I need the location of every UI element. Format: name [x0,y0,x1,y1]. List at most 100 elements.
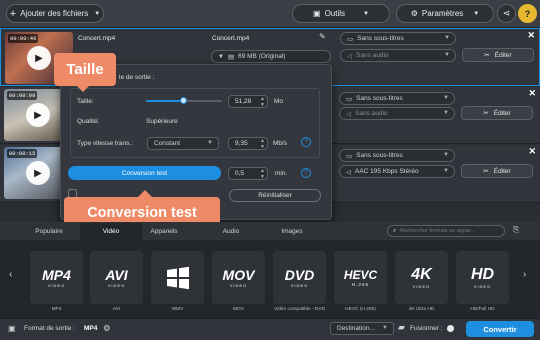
help-icon[interactable]: ? [301,168,311,178]
format-mp4[interactable]: MP4 VIDEO [30,251,83,304]
merge-toggle[interactable] [447,325,454,332]
conversion-test-label: Conversion test [121,169,168,177]
tab-images[interactable]: Images [268,223,316,240]
reset-button[interactable]: Réinitialiser [229,189,321,202]
play-icon[interactable]: ▶ [26,103,50,127]
play-icon[interactable]: ▶ [26,161,50,185]
chevron-down-icon: ▼ [444,35,450,41]
bitrate-input[interactable]: 9,35 ▲ ▼ [228,137,268,150]
format-4k[interactable]: 4K VIDEO [395,251,448,304]
close-icon[interactable]: ✕ [527,30,535,41]
subtitles-select-2[interactable]: ▭ Sans sous-titres ▼ [339,92,455,105]
format-logo: AVI [105,267,128,283]
audio-select-2[interactable]: ◁ Sans audio ▼ [339,107,455,120]
format-dvd[interactable]: DVD VIDEO [273,251,326,304]
duration-badge: 00:00:46 [8,34,39,43]
size-input[interactable]: 51,28 ▲ ▼ [228,95,268,108]
size-slider[interactable] [146,97,222,104]
test-duration-unit: min. [275,170,288,177]
chevron-right-icon[interactable]: › [523,269,526,280]
chevron-left-icon[interactable]: ‹ [9,269,12,280]
close-icon[interactable]: ✕ [528,146,536,157]
tab-devices[interactable]: Appareils [136,223,192,240]
subtitles-select-1[interactable]: ▭ Sans sous-titres ▼ [340,32,456,45]
subtitles-icon: ▭ [346,152,353,160]
tab-video-label: Vidéo [102,228,120,235]
quality-label: Qualité: [77,118,100,125]
callout-size: Taille [54,53,116,86]
size-slider-fill [146,100,184,102]
help-button[interactable]: ? [518,4,537,23]
subtitles-select-3[interactable]: ▭ Sans sous-titres ▼ [339,149,455,162]
format-logo: DVD [284,267,315,283]
toolbox-icon: ▣ [313,9,321,18]
pencil-icon[interactable]: ✎ [319,32,326,41]
chevron-down-icon: ▼ [382,325,388,331]
format-sub: VIDEO [412,284,431,289]
tab-audio[interactable]: Audio [210,223,252,240]
chevron-down-icon: ▼ [473,10,480,17]
folder-icon[interactable]: ▰ [398,322,405,333]
edit-label: Éditer [493,109,511,117]
play-icon[interactable]: ▶ [27,46,51,70]
reset-label: Réinitialiser [258,192,292,199]
format-logo: MOV [222,267,255,283]
gear-icon[interactable]: ⚙ [103,323,111,334]
gear-icon: ⚙ [410,9,418,18]
tab-audio-label: Audio [222,228,240,235]
merge-label: Fusionner : [410,325,443,332]
chevron-down-icon: ▼ [443,95,449,101]
format-mov[interactable]: MOV VIDEO [212,251,265,304]
format-hd[interactable]: HD VIDEO [456,251,509,304]
format-sub: VIDEO [290,283,309,288]
audio-value: Sans audio [356,52,389,59]
tab-popular[interactable]: Populaire [20,223,78,240]
close-icon[interactable]: ✕ [528,88,536,99]
output-file-name: Concert.mp4 [212,35,250,42]
format-search-input[interactable] [399,228,500,234]
add-files-label: Ajouter des fichiers [20,9,89,18]
bitrate-type-value: Constant [154,140,181,147]
format-label-wmv: WMV [171,307,184,312]
format-label-mov: MOV [233,307,244,312]
format-logo: 4K [411,266,432,283]
bitrate-type-select[interactable]: Constant ▼ [147,137,219,150]
edit-button-1[interactable]: ✂ Éditer [462,48,534,62]
destination-select[interactable]: Destination... ▼ [330,322,394,335]
settings-button[interactable]: ⚙ Paramètres ▼ [396,4,494,23]
output-size-select[interactable]: ▼ ▤ 69 MB (Original) [211,50,331,63]
file-name: Concert.mp4 [78,35,116,42]
add-files-button[interactable]: + Ajouter des fichiers ▼ [6,4,104,23]
bitrate-value: 9,35 [235,140,248,147]
help-icon[interactable]: ? [301,137,311,147]
conversion-test-button[interactable]: Conversion test [68,166,221,180]
edit-button-2[interactable]: ✂ Éditer [461,106,533,120]
format-label-hevc: HEVC (H.265) [345,307,376,312]
test-duration-input[interactable]: 0,5 ▲ ▼ [228,167,268,180]
size-slider-handle[interactable] [180,97,187,104]
callout-test-pointer [138,190,152,197]
audio-select-3[interactable]: ◁ AAC 195 Kbps Stéréo ▼ [339,165,455,178]
spinner-arrows-icon[interactable]: ▲ ▼ [260,138,265,150]
convert-button[interactable]: Convertir [466,321,534,337]
import-icon[interactable]: ⎘ [513,225,519,235]
format-wmv[interactable] [151,251,204,304]
file-icon: ▤ [227,53,235,61]
audio-select-1[interactable]: ◁ Sans audio ▼ [340,49,456,62]
edit-button-3[interactable]: ✂ Éditer [461,164,533,178]
tools-button[interactable]: ▣ Outils ▼ [292,4,390,23]
format-search[interactable]: ⌕ [387,225,505,237]
spinner-arrows-icon[interactable]: ▲ ▼ [260,168,265,180]
bitrate-type-label: Type vitesse trans.: [77,140,133,147]
format-hevc[interactable]: HEVC H.265 [334,251,387,304]
format-avi[interactable]: AVI VIDEO [90,251,143,304]
quality-value: Supérieure [146,118,178,125]
tab-video[interactable]: Vidéo [80,223,142,240]
share-button[interactable]: ⋖ [497,4,516,23]
bitrate-unit: Mb/s [273,140,288,147]
spinner-arrows-icon[interactable]: ▲ ▼ [260,96,265,108]
settings-label: Paramètres [421,9,464,18]
subtitles-value: Sans sous-titres [357,35,404,42]
edit-label: Éditer [494,51,512,59]
tab-popular-label: Populaire [35,228,63,235]
